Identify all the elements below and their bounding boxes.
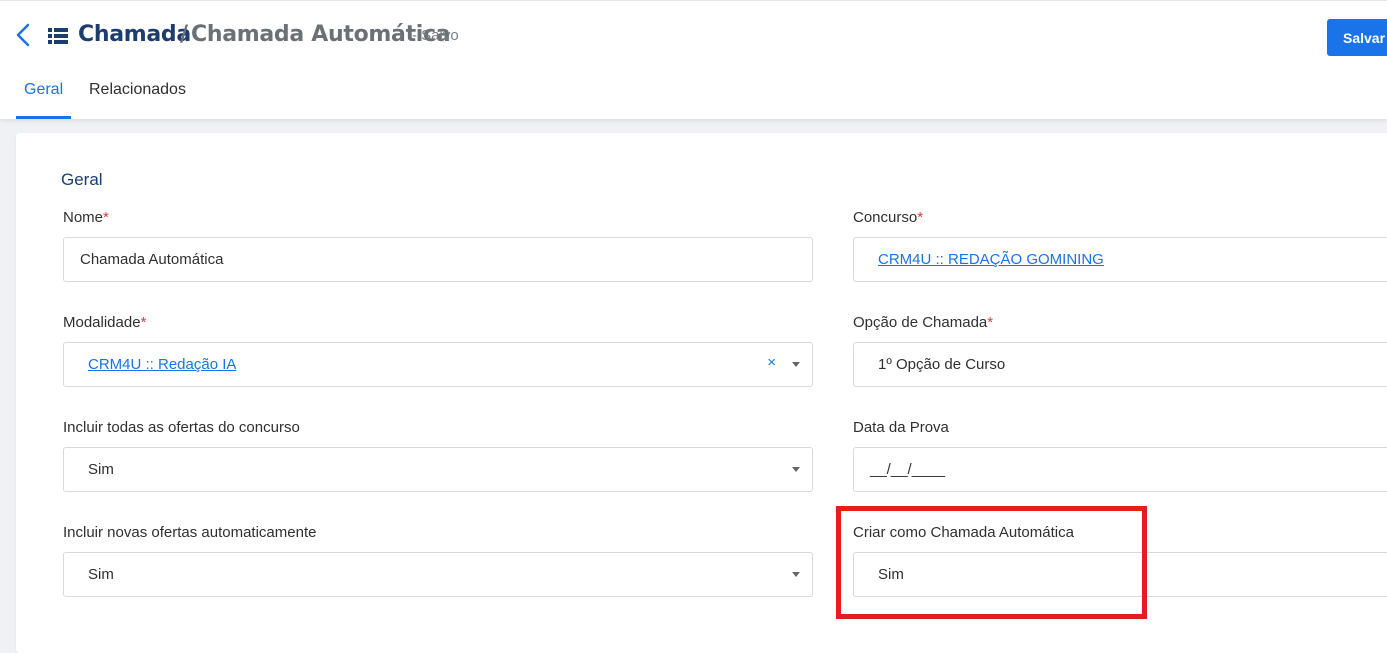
incluir-novas-label: Incluir novas ofertas automaticamente [63, 524, 317, 541]
opcao-chamada-select[interactable]: 1º Opção de Curso [853, 342, 1387, 387]
nome-label-text: Nome [63, 209, 104, 226]
modalidade-link[interactable]: CRM4U :: Redação IA [88, 356, 236, 373]
nome-field[interactable]: Chamada Automática [63, 237, 813, 282]
list-icon [48, 28, 68, 44]
data-prova-label: Data da Prova [853, 419, 949, 436]
opcao-chamada-value: 1º Opção de Curso [878, 356, 1006, 373]
nome-value: Chamada Automática [80, 251, 224, 268]
required-marker: * [140, 314, 147, 331]
required-marker: * [917, 209, 924, 226]
data-prova-value: __/__/____ [870, 461, 946, 478]
concurso-label-text: Concurso [853, 209, 918, 226]
modalidade-select[interactable]: CRM4U :: Redação IA × [63, 342, 813, 387]
section-title: Geral [61, 170, 103, 189]
nome-label: Nome* [63, 209, 109, 226]
highlight-annotation [836, 506, 1147, 619]
clear-icon[interactable]: × [767, 354, 776, 371]
chevron-down-icon[interactable] [792, 467, 800, 472]
incluir-todas-value: Sim [88, 461, 114, 478]
required-marker: * [103, 209, 109, 226]
modalidade-label-text: Modalidade [63, 314, 141, 331]
data-prova-input[interactable]: __/__/____ [853, 447, 1387, 492]
required-marker: * [987, 314, 994, 331]
concurso-label: Concurso* [853, 209, 923, 226]
breadcrumb-separator: / [180, 22, 188, 47]
opcao-chamada-label-text: Opção de Chamada [853, 314, 988, 331]
incluir-novas-value: Sim [88, 566, 114, 583]
incluir-todas-select[interactable]: Sim [63, 447, 813, 492]
active-tab-indicator [16, 116, 71, 119]
tab-geral[interactable]: Geral [24, 81, 63, 99]
concurso-field[interactable]: CRM4U :: REDAÇÃO GOMINING [853, 237, 1387, 282]
incluir-todas-label: Incluir todas as ofertas do concurso [63, 419, 300, 436]
incluir-novas-select[interactable]: Sim [63, 552, 813, 597]
save-button[interactable]: Salvar [1327, 19, 1387, 56]
tab-relacionados[interactable]: Relacionados [89, 81, 186, 99]
save-status: - Salvo [412, 27, 459, 44]
chevron-down-icon[interactable] [792, 362, 800, 367]
modalidade-label: Modalidade* [63, 314, 146, 331]
concurso-link[interactable]: CRM4U :: REDAÇÃO GOMINING [878, 251, 1104, 268]
opcao-chamada-label: Opção de Chamada* [853, 314, 993, 331]
chevron-down-icon[interactable] [792, 572, 800, 577]
back-arrow-icon[interactable] [12, 21, 34, 49]
page-title[interactable]: Chamada [78, 22, 191, 47]
page-header: Chamada / Chamada Automática - Salvo Sal… [0, 0, 1387, 119]
